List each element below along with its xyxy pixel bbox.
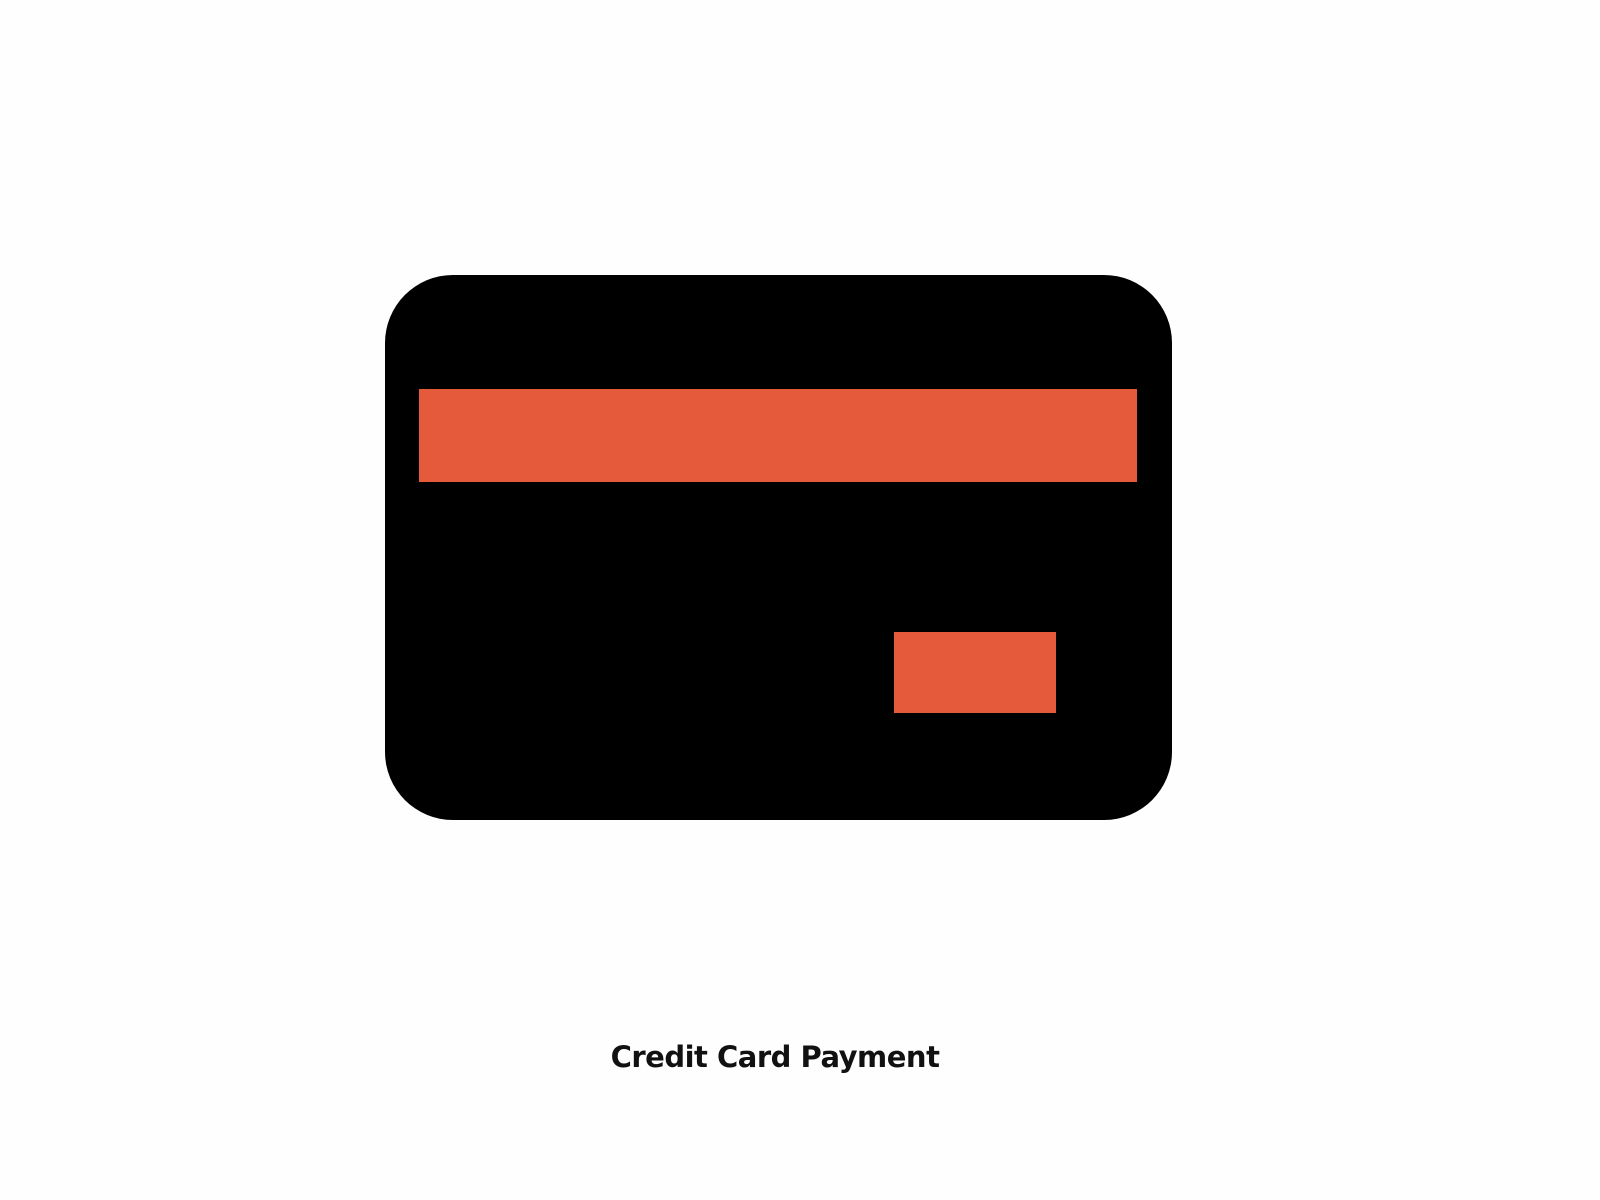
- magnetic-stripe: [419, 389, 1137, 482]
- credit-card-icon: [385, 275, 1172, 820]
- signature-panel: [894, 632, 1056, 713]
- payment-method-label: Credit Card Payment: [610, 1040, 940, 1074]
- card-body: [385, 275, 1172, 820]
- page: { "caption": { "text": "Credit Card Paym…: [0, 0, 1600, 1200]
